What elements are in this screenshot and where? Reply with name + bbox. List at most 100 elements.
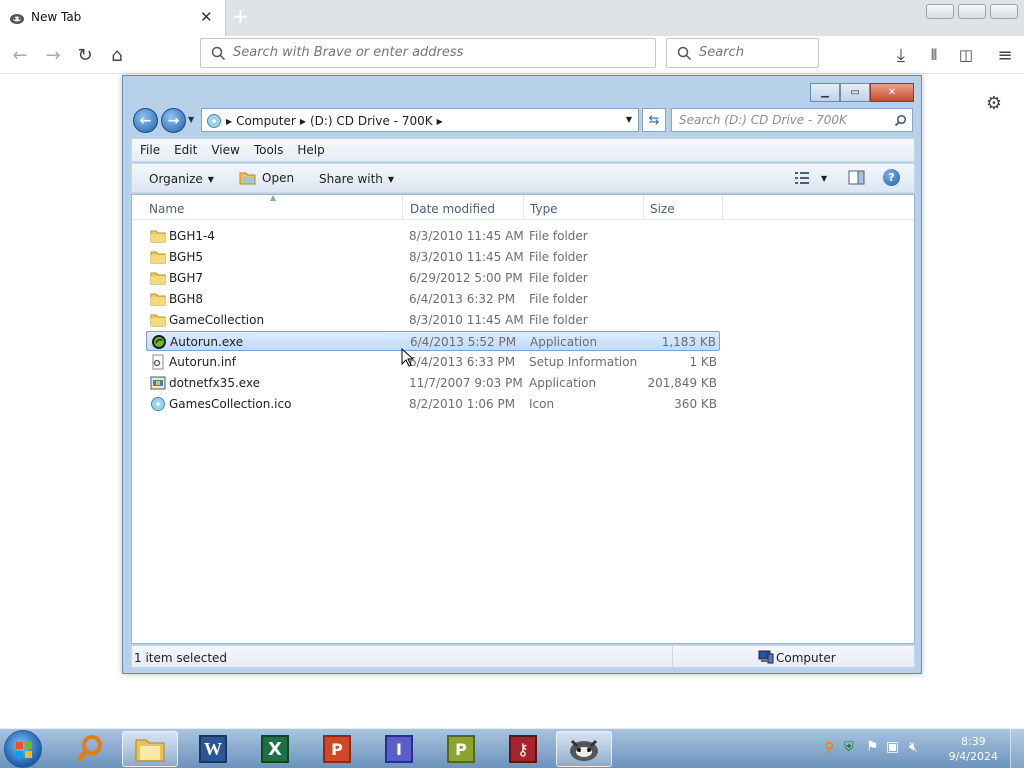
forward-icon[interactable]: → (40, 42, 66, 68)
action-center-flag-icon[interactable]: ⚑ (866, 739, 879, 755)
column-divider[interactable] (402, 195, 403, 220)
volume-muted-icon[interactable]: 🔇︎ (909, 739, 918, 755)
organize-label: Organize (149, 172, 203, 186)
file-row[interactable]: dotnetfx35.exe 11/7/2007 9:03 PM Applica… (146, 373, 720, 393)
file-row[interactable]: GamesCollection.ico 8/2/2010 1:06 PM Ico… (146, 394, 720, 414)
file-date: 6/29/2012 5:00 PM (409, 271, 523, 285)
file-name: BGH5 (169, 250, 203, 264)
minimize-browser-button[interactable] (926, 4, 954, 19)
taskbar-search-app[interactable] (62, 731, 118, 767)
column-divider[interactable] (643, 195, 644, 220)
taskbar-powerpoint[interactable]: P (309, 731, 365, 767)
home-icon[interactable]: ⌂ (104, 42, 130, 68)
taskbar-access[interactable]: ⚷ (495, 731, 551, 767)
maximize-button[interactable]: ▭ (840, 83, 870, 102)
close-tab-icon[interactable]: ✕ (200, 8, 213, 26)
open-folder-icon (239, 172, 256, 185)
file-name: Autorun.exe (170, 335, 244, 349)
restore-browser-button[interactable] (958, 4, 986, 19)
file-type: File folder (529, 313, 588, 327)
forward-button[interactable]: → (161, 108, 186, 133)
file-row-selected[interactable]: Autorun.exe 6/4/2013 5:52 PM Application… (146, 331, 720, 351)
search-tray-icon[interactable]: ⚲ (824, 740, 834, 756)
open-button[interactable]: Open (239, 170, 294, 186)
crumb-arrow-icon[interactable]: ▶ (226, 117, 232, 126)
crumb-arrow-icon[interactable]: ▶ (437, 117, 443, 126)
share-with-button[interactable]: Share with ▼ (319, 172, 394, 186)
preview-pane-button[interactable] (848, 170, 865, 185)
organize-button[interactable]: Organize ▼ (149, 172, 214, 186)
crumb-cd-drive[interactable]: (D:) CD Drive - 700K (310, 114, 433, 128)
file-date: 11/7/2007 9:03 PM (409, 376, 523, 390)
column-divider[interactable] (523, 195, 524, 220)
browser-search-bar[interactable] (666, 38, 819, 68)
file-type: File folder (529, 292, 588, 306)
address-bar[interactable] (200, 38, 656, 68)
change-view-button[interactable]: ▼ (794, 171, 827, 185)
close-button[interactable]: ✕ (870, 83, 914, 102)
file-size: 1,183 KB (661, 335, 716, 349)
reload-icon[interactable]: ↻ (72, 42, 98, 68)
explorer-address-bar[interactable]: ▶ Computer ▶ (D:) CD Drive - 700K ▶ ▼ (201, 108, 639, 132)
menu-help[interactable]: Help (297, 143, 324, 157)
file-row[interactable]: BGH1-4 8/3/2010 11:45 AM File folder (146, 226, 720, 246)
address-input[interactable] (233, 45, 633, 60)
file-row[interactable]: BGH5 8/3/2010 11:45 AM File folder (146, 247, 720, 267)
taskbar-infopath[interactable]: I (371, 731, 427, 767)
infopath-icon: I (385, 735, 413, 763)
file-date: 8/2/2010 1:06 PM (409, 397, 516, 411)
minimize-button[interactable]: ▁ (810, 83, 840, 102)
file-date: 8/3/2010 11:45 AM (409, 229, 524, 243)
column-date-modified[interactable]: Date modified (410, 202, 495, 216)
menu-tools[interactable]: Tools (254, 143, 284, 157)
file-name: dotnetfx35.exe (169, 376, 261, 390)
security-shield-icon[interactable]: ⛨ (844, 740, 854, 755)
download-icon[interactable]: ⤓ (888, 42, 914, 68)
raccoon-browser-icon (570, 739, 598, 761)
file-date: 6/4/2013 5:52 PM (410, 335, 517, 349)
taskbar-word[interactable]: W (185, 731, 241, 767)
recent-pages-icon[interactable]: ▼ (188, 115, 194, 124)
menu-icon[interactable]: ≡ (992, 42, 1018, 68)
file-row[interactable]: BGH7 6/29/2012 5:00 PM File folder (146, 268, 720, 288)
column-divider[interactable] (722, 195, 723, 220)
gear-icon[interactable]: ⚙ (981, 90, 1007, 116)
close-browser-button[interactable] (990, 4, 1018, 19)
refresh-icon[interactable]: ⇆ (642, 108, 666, 132)
column-type[interactable]: Type (530, 202, 558, 216)
file-row[interactable]: BGH8 6/4/2013 6:32 PM File folder (146, 289, 720, 309)
network-icon[interactable]: ▣ (886, 739, 899, 755)
file-row[interactable]: GameCollection 8/3/2010 11:45 AM File fo… (146, 310, 720, 330)
clock[interactable]: 8:39 9/4/2024 (949, 734, 998, 764)
show-desktop-button[interactable] (1010, 729, 1024, 769)
crumb-computer[interactable]: Computer (236, 114, 296, 128)
explorer-search-box[interactable]: Search (D:) CD Drive - 700K (671, 108, 913, 132)
access-key-icon: ⚷ (509, 735, 537, 763)
open-label: Open (262, 171, 295, 185)
taskbar-publisher[interactable]: P (433, 731, 489, 767)
taskbar-explorer[interactable] (122, 731, 178, 767)
menu-file[interactable]: File (140, 143, 160, 157)
sidebar-icon[interactable]: ◫ (953, 42, 979, 68)
browser-tab[interactable]: New Tab ✕ (0, 0, 226, 36)
back-icon[interactable]: ← (7, 42, 33, 68)
column-name[interactable]: Name (149, 202, 184, 216)
library-icon[interactable]: ⫴ (921, 42, 947, 68)
file-type: Setup Information (529, 355, 638, 369)
new-tab-icon[interactable]: + (232, 5, 249, 27)
help-button[interactable]: ? (883, 169, 900, 186)
file-row[interactable]: Autorun.inf 6/4/2013 6:33 PM Setup Infor… (146, 352, 720, 372)
search-icon[interactable] (894, 114, 907, 127)
back-button[interactable]: ← (133, 108, 158, 133)
taskbar-browser[interactable] (556, 731, 612, 767)
browser-search-input[interactable] (699, 45, 809, 60)
menu-view[interactable]: View (211, 143, 239, 157)
windows-logo-icon (16, 742, 32, 758)
crumb-arrow-icon[interactable]: ▶ (300, 117, 306, 126)
column-size[interactable]: Size (650, 202, 675, 216)
menu-edit[interactable]: Edit (174, 143, 197, 157)
taskbar-excel[interactable]: X (247, 731, 303, 767)
system-tray: ⚲ ⛨ ⚑ ▣ 🔇︎ 8:39 9/4/2024 (814, 729, 1024, 769)
address-dropdown-icon[interactable]: ▼ (626, 115, 632, 124)
start-button[interactable] (4, 730, 42, 768)
